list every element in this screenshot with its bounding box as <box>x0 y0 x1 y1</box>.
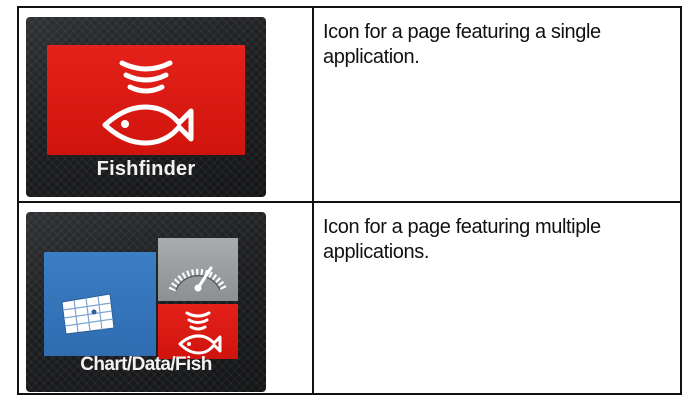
icon-description: Icon for a page featuring multiple appli… <box>323 216 601 263</box>
fishfinder-icon <box>158 304 238 359</box>
icon-tile: Chart/Data/Fish <box>26 212 266 392</box>
gauge-icon <box>158 238 238 301</box>
icon-cell: Fishfinder <box>17 6 314 203</box>
icon-description: Icon for a page featuring a single appli… <box>323 21 601 68</box>
description-cell: Icon for a page featuring a single appli… <box>312 6 682 203</box>
table-row: Fishfinder Icon for a page featuring a s… <box>17 6 682 203</box>
fishfinder-icon <box>47 45 245 155</box>
icon-cell: Chart/Data/Fish <box>17 201 314 395</box>
icon-description-table: Fishfinder Icon for a page featuring a s… <box>17 6 682 395</box>
fishfinder-page-icon: Fishfinder <box>26 17 266 197</box>
document-page: Fishfinder Icon for a page featuring a s… <box>0 0 699 414</box>
description-cell: Icon for a page featuring multiple appli… <box>312 201 682 395</box>
chart-icon <box>44 252 156 356</box>
chart-data-fish-page-icon: Chart/Data/Fish <box>26 212 266 392</box>
icon-tile: Fishfinder <box>26 17 266 197</box>
icon-label: Fishfinder <box>96 158 196 180</box>
table-row: Chart/Data/Fish Icon for a page featurin… <box>17 201 682 395</box>
icon-label: Chart/Data/Fish <box>80 354 212 375</box>
